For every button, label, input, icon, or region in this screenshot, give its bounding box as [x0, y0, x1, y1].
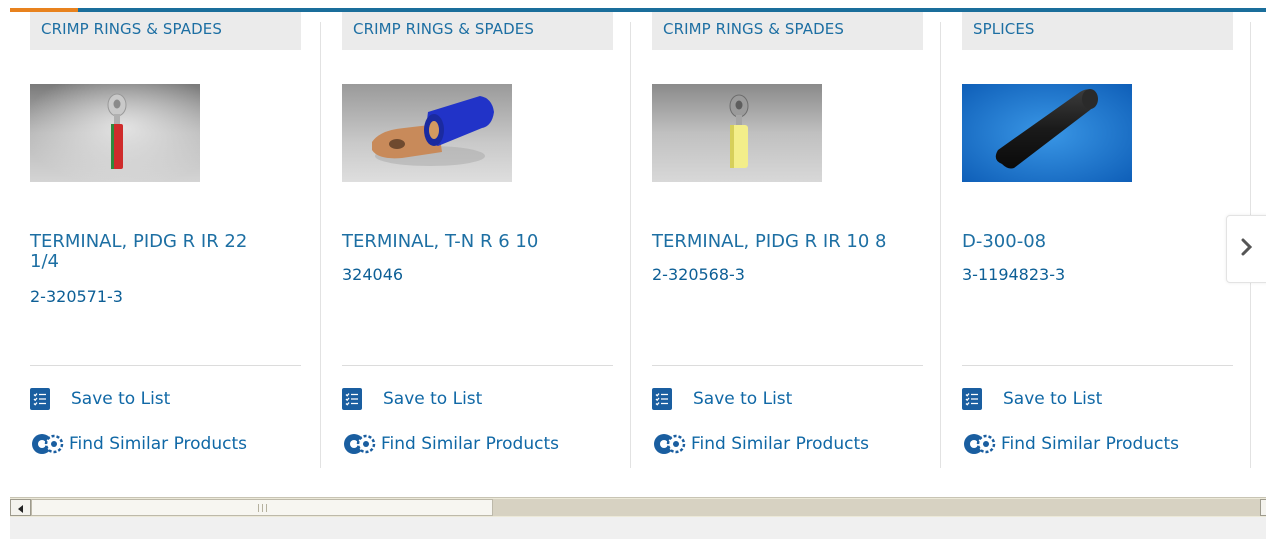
divider [342, 365, 613, 366]
arrow-left-icon [17, 498, 25, 517]
part-number-link[interactable]: 324046 [342, 265, 403, 284]
save-to-list-label: Save to List [71, 389, 171, 409]
save-to-list-button[interactable]: Save to List [342, 386, 482, 412]
chevron-right-icon [1241, 238, 1253, 260]
divider [962, 365, 1233, 366]
find-similar-label: Find Similar Products [69, 434, 247, 454]
checklist-icon [962, 388, 982, 410]
product-card: CRIMP RINGS & SPADES TERMINAL, PIDG R IR… [10, 12, 321, 468]
category-label[interactable]: CRIMP RINGS & SPADES [652, 12, 923, 50]
checklist-icon [342, 388, 362, 410]
product-image[interactable] [962, 84, 1132, 182]
save-to-list-button[interactable]: Save to List [962, 386, 1102, 412]
card-divider [320, 22, 321, 468]
find-similar-button[interactable]: Find Similar Products [30, 431, 247, 457]
find-similar-label: Find Similar Products [691, 434, 869, 454]
find-similar-button[interactable]: Find Similar Products [652, 431, 869, 457]
footer-area [10, 517, 1266, 539]
find-similar-label: Find Similar Products [381, 434, 559, 454]
category-label[interactable]: CRIMP RINGS & SPADES [30, 12, 301, 50]
find-similar-button[interactable]: Find Similar Products [342, 431, 559, 457]
grip-icon [257, 503, 267, 512]
part-number-link[interactable]: 3-1194823-3 [962, 265, 1065, 284]
product-image[interactable] [652, 84, 822, 182]
save-to-list-label: Save to List [1003, 389, 1103, 409]
scrollbar-thumb[interactable] [31, 499, 493, 516]
gears-icon [342, 432, 376, 456]
scroll-left-button[interactable] [10, 499, 31, 516]
scrollbar-track[interactable] [493, 499, 1266, 516]
product-image[interactable] [342, 84, 512, 182]
find-similar-button[interactable]: Find Similar Products [962, 431, 1179, 457]
product-card: SPLICES D-300-08 3-1194823-3 Save to Lis… [942, 12, 1252, 468]
product-carousel: CRIMP RINGS & SPADES TERMINAL, PIDG R IR… [10, 12, 1266, 488]
horizontal-scrollbar[interactable] [10, 497, 1266, 517]
divider [30, 365, 301, 366]
category-label[interactable]: CRIMP RINGS & SPADES [342, 12, 613, 50]
save-to-list-label: Save to List [383, 389, 483, 409]
divider [652, 365, 923, 366]
gears-icon [962, 432, 996, 456]
part-number-link[interactable]: 2-320568-3 [652, 265, 745, 284]
product-title-link[interactable]: D-300-08 [962, 232, 1212, 252]
gears-icon [652, 432, 686, 456]
checklist-icon [30, 388, 50, 410]
find-similar-label: Find Similar Products [1001, 434, 1179, 454]
product-title-link[interactable]: TERMINAL, T-N R 6 10 [342, 232, 592, 252]
product-card: CRIMP RINGS & SPADES TERMINAL, T-N R 6 1… [322, 12, 632, 468]
product-title-link[interactable]: TERMINAL, PIDG R IR 10 8 [652, 232, 902, 252]
save-to-list-button[interactable]: Save to List [652, 386, 792, 412]
save-to-list-button[interactable]: Save to List [30, 386, 170, 412]
gears-icon [30, 432, 64, 456]
carousel-next-button[interactable] [1226, 215, 1266, 283]
card-divider [630, 22, 631, 468]
checklist-icon [652, 388, 672, 410]
product-image[interactable] [30, 84, 200, 182]
product-title-link[interactable]: TERMINAL, PIDG R IR 22 1/4 [30, 232, 280, 272]
save-to-list-label: Save to List [693, 389, 793, 409]
product-card: CRIMP RINGS & SPADES TERMINAL, PIDG R IR… [632, 12, 942, 468]
part-number-link[interactable]: 2-320571-3 [30, 287, 123, 306]
scroll-right-button[interactable] [1260, 499, 1266, 516]
card-divider [940, 22, 941, 468]
category-label[interactable]: SPLICES [962, 12, 1233, 50]
